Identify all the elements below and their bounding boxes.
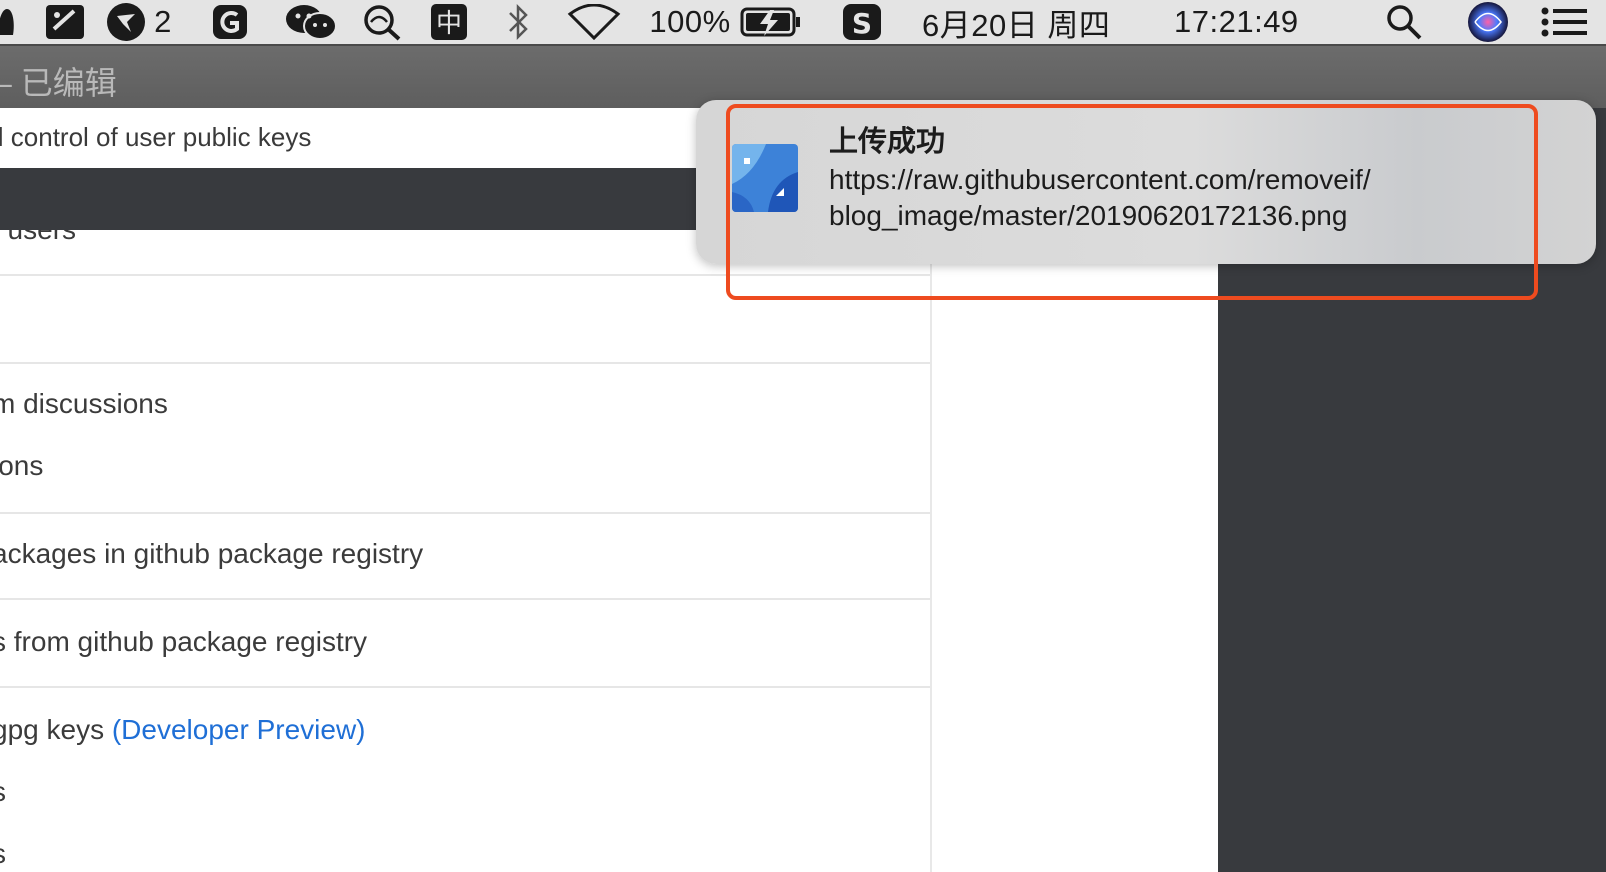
scope-public-keys-text: ll control of user public keys bbox=[0, 122, 312, 152]
scope-discussions-sub-text: ions bbox=[0, 450, 44, 481]
divider bbox=[0, 512, 930, 514]
bird-badge-icon[interactable] bbox=[104, 0, 148, 44]
scope-gpg-keys-text: gpg keys (Developer Preview) bbox=[0, 714, 366, 746]
window-title: – 已编辑 bbox=[0, 65, 117, 101]
notes-icon[interactable] bbox=[44, 0, 88, 44]
qq-icon[interactable] bbox=[0, 0, 16, 44]
menu-bar: 2 中 100% S 6月20日 周四 17:21:49 bbox=[0, 0, 1606, 46]
input-method-label: 中 bbox=[436, 9, 462, 39]
input-method-icon[interactable]: 中 bbox=[428, 0, 470, 44]
scope-discussions-text: m discussions bbox=[0, 388, 168, 419]
notification-center-icon[interactable] bbox=[1540, 0, 1590, 44]
sogou-icon[interactable]: S bbox=[840, 0, 884, 44]
divider bbox=[0, 686, 930, 688]
search-doc-icon[interactable] bbox=[360, 0, 404, 44]
wechat-icon[interactable] bbox=[284, 0, 338, 44]
highlight-annotation-box bbox=[726, 104, 1538, 300]
date-label[interactable]: 6月20日 周四 bbox=[922, 0, 1110, 45]
scope-gpg-sub-text: s bbox=[0, 838, 6, 870]
gpg-keys-label: gpg keys bbox=[0, 714, 112, 745]
clock-time[interactable]: 17:21:49 bbox=[1174, 4, 1299, 40]
wifi-icon[interactable] bbox=[566, 0, 622, 44]
badge-count: 2 bbox=[154, 4, 172, 39]
siri-icon[interactable] bbox=[1466, 0, 1510, 44]
bluetooth-icon[interactable] bbox=[502, 0, 534, 44]
divider bbox=[0, 362, 930, 364]
battery-charging-icon[interactable] bbox=[740, 0, 802, 44]
divider bbox=[0, 598, 930, 600]
g-app-icon[interactable] bbox=[208, 0, 252, 44]
scope-read-packages-text: s from github package registry bbox=[0, 626, 368, 657]
svg-text:S: S bbox=[852, 7, 872, 40]
battery-percent: 100% bbox=[649, 4, 731, 39]
scope-write-packages-text: ackages in github package registry bbox=[0, 538, 424, 569]
scope-gpg-sub-text: s bbox=[0, 776, 6, 808]
developer-preview-link[interactable]: (Developer Preview) bbox=[112, 714, 366, 745]
spotlight-search-icon[interactable] bbox=[1384, 0, 1424, 44]
